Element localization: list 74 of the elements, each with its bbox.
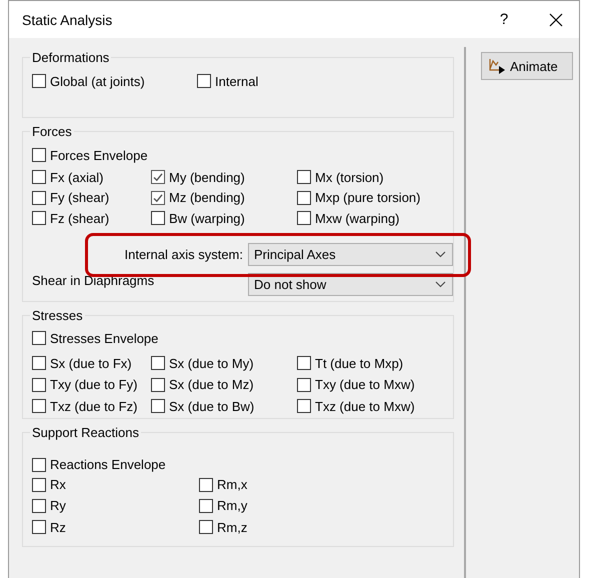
checkbox[interactable] [297, 170, 311, 184]
checkbox-label[interactable]: Stresses Envelope [50, 330, 158, 346]
animate-button[interactable]: Animate [481, 52, 573, 80]
close-icon [549, 12, 563, 26]
checkbox[interactable] [151, 211, 165, 225]
checkbox-label[interactable]: Fz (shear) [50, 210, 110, 226]
checkbox-label[interactable]: Sx (due to My) [169, 356, 254, 370]
checkbox-label[interactable]: Global (at joints) [50, 74, 145, 88]
checkbox[interactable] [199, 478, 213, 492]
checkbox[interactable] [297, 356, 311, 370]
checkbox-label[interactable]: Txy (due to Mxw) [315, 377, 415, 392]
checkbox-label[interactable]: Rm,y [217, 498, 248, 514]
checkbox[interactable] [199, 498, 213, 513]
checkbox[interactable] [32, 148, 46, 162]
checkbox[interactable] [151, 356, 165, 370]
checkbox[interactable] [32, 211, 46, 225]
checkbox[interactable] [32, 170, 46, 184]
checkbox-label[interactable]: Mx (torsion) [315, 170, 384, 184]
checkbox-label[interactable]: Mxp (pure torsion) [315, 190, 420, 205]
checkbox-label[interactable]: Mz (bending) [169, 190, 245, 205]
checkbox-label[interactable]: My (bending) [169, 170, 245, 184]
checkbox-label[interactable]: Bw (warping) [169, 210, 245, 226]
checkbox[interactable] [199, 520, 213, 534]
checkbox-label[interactable]: Rz [50, 520, 66, 535]
group-title: Deformations [31, 50, 110, 65]
field-label: Shear in Diaphragms [32, 272, 154, 288]
checkbox[interactable] [32, 74, 46, 88]
group-title: Stresses [31, 308, 84, 323]
checkbox[interactable] [32, 378, 46, 392]
chevron-down-icon [435, 280, 446, 288]
checkbox-label[interactable]: Fx (axial) [50, 170, 104, 184]
checkbox-label[interactable]: Sx (due to Bw) [169, 398, 254, 414]
checkbox[interactable] [297, 378, 311, 392]
checkbox[interactable] [151, 399, 165, 413]
checkbox[interactable] [197, 74, 211, 88]
checkbox-label[interactable]: Forces Envelope [50, 148, 148, 162]
checkbox[interactable] [297, 190, 311, 204]
checkbox-label[interactable]: Reactions Envelope [50, 457, 166, 472]
checkbox-label[interactable]: Tt (due to Mxp) [315, 356, 404, 370]
checkbox[interactable] [32, 356, 46, 370]
dropdown[interactable]: Principal Axes [248, 243, 453, 266]
checkbox-label[interactable]: Mxw (warping) [315, 210, 400, 226]
checkbox[interactable] [32, 458, 46, 472]
window-title: Static Analysis [22, 12, 114, 28]
checkbox[interactable] [32, 331, 46, 345]
checkmark-icon [152, 171, 164, 183]
checkbox-label[interactable]: Rx [50, 477, 66, 492]
checkbox-label[interactable]: Txz (due to Fz) [50, 398, 138, 414]
checkbox[interactable] [297, 399, 311, 413]
checkbox[interactable] [32, 399, 46, 413]
chevron-down-icon [435, 251, 446, 258]
checkbox-label[interactable]: Internal [215, 74, 258, 88]
checkbox-label[interactable]: Ry [50, 498, 66, 514]
field-label: Internal axis system: [124, 247, 243, 262]
checkbox-label[interactable]: Rm,z [217, 520, 248, 535]
checkbox[interactable] [297, 211, 311, 225]
group-title: Support Reactions [31, 424, 140, 440]
checkbox[interactable] [32, 478, 46, 492]
checkbox[interactable] [32, 498, 46, 513]
checkbox[interactable] [151, 170, 165, 184]
checkbox-label[interactable]: Fy (shear) [50, 190, 110, 205]
checkbox-label[interactable]: Rm,x [217, 477, 248, 492]
checkbox-label[interactable]: Txz (due to Mxw) [315, 398, 415, 414]
checkbox[interactable] [151, 378, 165, 392]
group-title: Forces [31, 124, 73, 139]
checkbox[interactable] [32, 190, 46, 204]
checkmark-icon [152, 192, 164, 204]
help-button[interactable]: ? [481, 11, 527, 28]
checkbox-label[interactable]: Sx (due to Mz) [169, 377, 254, 392]
chart-arrow-icon [488, 58, 506, 74]
checkbox[interactable] [151, 190, 165, 204]
checkbox[interactable] [32, 520, 46, 534]
checkbox-label[interactable]: Txy (due to Fy) [50, 377, 138, 392]
checkbox-label[interactable]: Sx (due to Fx) [50, 356, 132, 370]
